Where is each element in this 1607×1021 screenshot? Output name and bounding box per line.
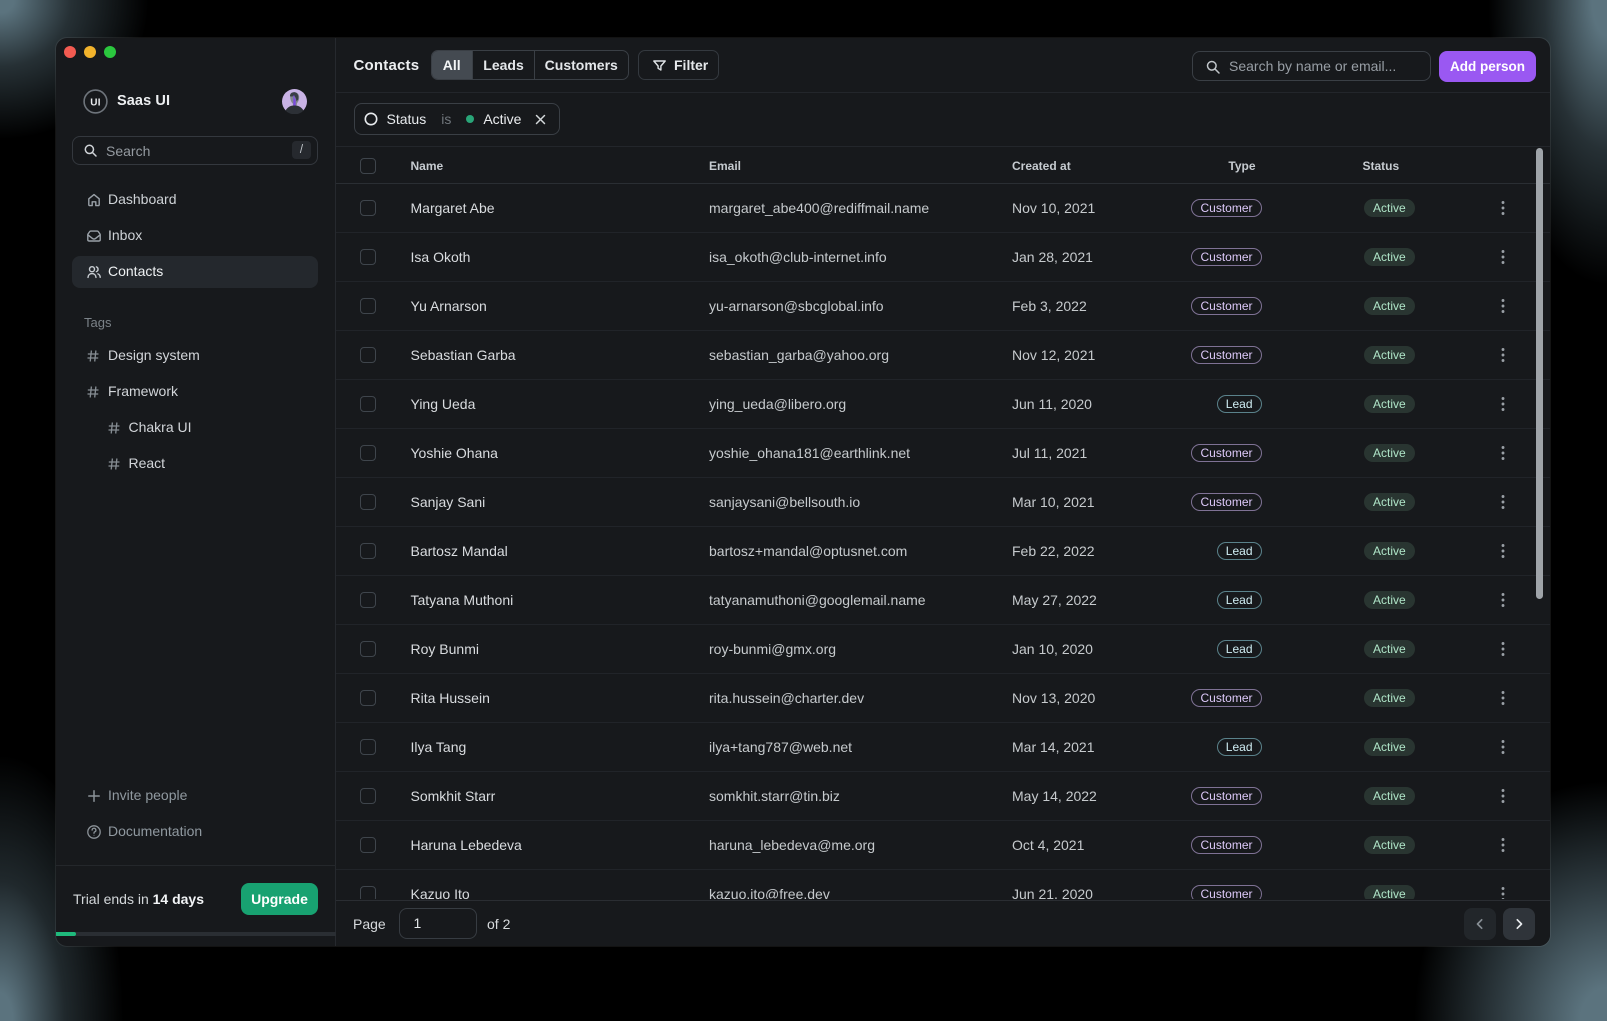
- svg-text:UI: UI: [90, 97, 101, 108]
